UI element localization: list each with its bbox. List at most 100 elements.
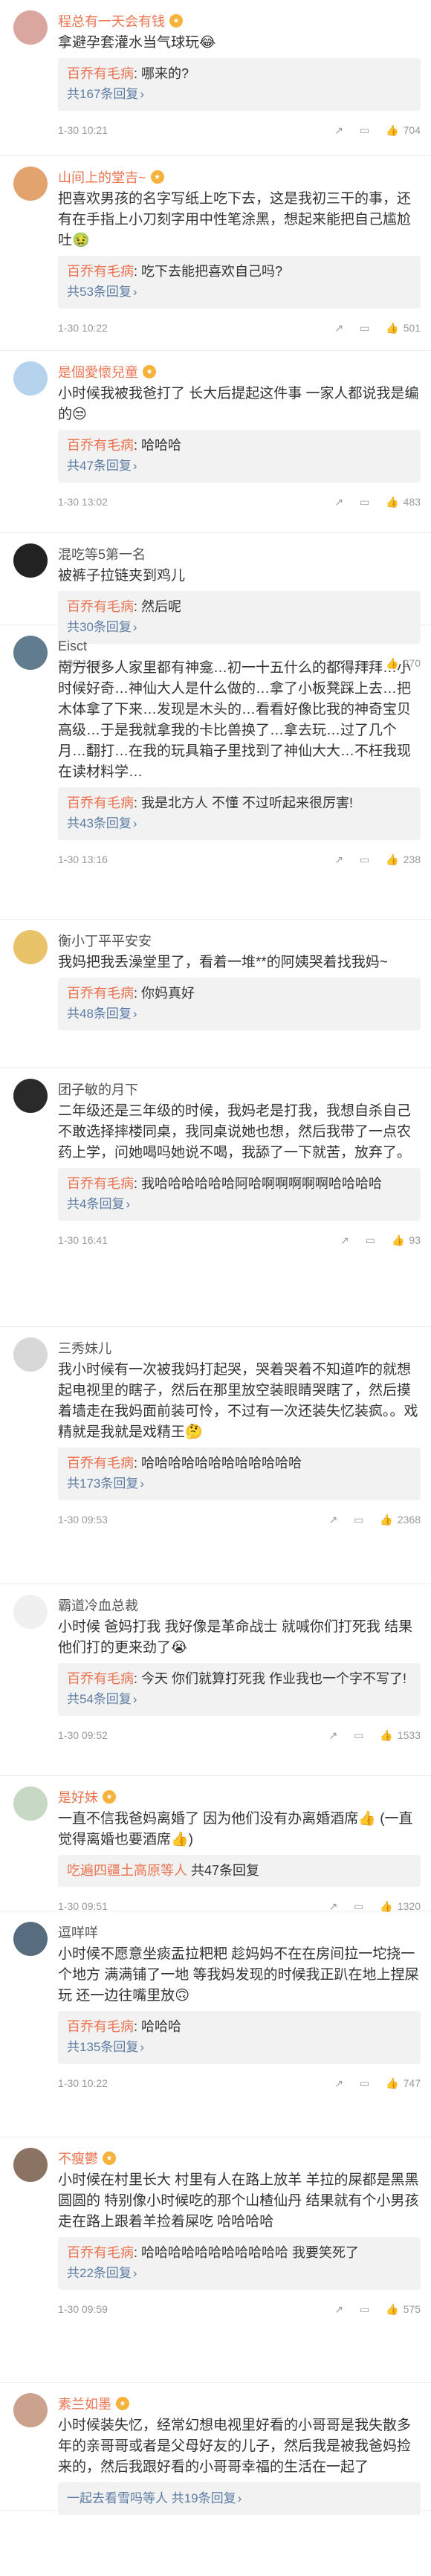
avatar[interactable] [13, 1595, 48, 1629]
more-replies-link[interactable]: 共167条回复 › [67, 84, 412, 105]
share-button[interactable]: ↗ [334, 2303, 343, 2316]
avatar[interactable] [13, 1786, 48, 1821]
share-button[interactable]: ↗ [334, 2077, 343, 2090]
username[interactable]: 不瘦鬱 [58, 2149, 98, 2168]
like-button[interactable]: 👍 501 [386, 322, 421, 335]
username[interactable]: Eisct [58, 639, 87, 654]
reply-box[interactable]: 百乔有毛病: 吃下去能把喜欢自己吗? 共53条回复 › [58, 256, 421, 309]
username[interactable]: 素兰如墨 [58, 2394, 111, 2413]
comment-button[interactable]: ▭ [360, 124, 369, 137]
username[interactable]: 团子敏的月下 [58, 1079, 138, 1099]
more-replies-link[interactable]: 共4条回复 › [67, 1194, 412, 1215]
like-icon: 👍 [386, 2302, 399, 2315]
reply-author[interactable]: 百乔有毛病 [67, 1176, 134, 1191]
share-button[interactable]: ↗ [334, 124, 343, 137]
comment-button[interactable]: ▭ [360, 853, 369, 866]
reply-box[interactable]: 百乔有毛病: 今天 你们就算打死我 作业我也一个字不写了! 共54条回复 › [58, 1663, 421, 1716]
reply-box[interactable]: 百乔有毛病: 哈哈哈共135条回复 › [58, 2011, 421, 2064]
like-button[interactable]: 👍 483 [386, 496, 421, 509]
reply-box[interactable]: 百乔有毛病: 哪来的? 共167条回复 › [58, 58, 421, 111]
username[interactable]: 山间上的堂吉~ [58, 167, 146, 187]
name-row: 逗咩咩 [58, 1922, 421, 1943]
more-replies-link[interactable]: 一起去看雪吗等人 共19条回复 › [67, 2488, 412, 2509]
more-replies-link[interactable]: 共135条回复 › [67, 2037, 412, 2058]
like-count: 1533 [397, 1729, 421, 1741]
share-button[interactable]: ↗ [328, 1514, 337, 1526]
username[interactable]: 逗咩咩 [58, 1923, 98, 1942]
reply-box[interactable]: 百乔有毛病: 哈哈哈 共47条回复 › [58, 430, 421, 482]
avatar[interactable] [13, 930, 48, 964]
comment-button[interactable]: ▭ [360, 322, 369, 335]
share-button[interactable]: ↗ [340, 1234, 349, 1247]
more-replies-link[interactable]: 共22条回复 › [67, 2263, 412, 2284]
reply-author[interactable]: 百乔有毛病 [67, 1456, 134, 1471]
reply-author[interactable]: 百乔有毛病 [67, 986, 134, 1001]
avatar[interactable] [13, 1337, 48, 1372]
reply-box[interactable]: 百乔有毛病: 哈哈哈哈哈哈哈哈哈哈哈哈 共173条回复 › [58, 1447, 421, 1500]
reply-box[interactable]: 一起去看雪吗等人 共19条回复 › [58, 2482, 421, 2515]
reply-text: : 哈哈哈 [134, 2019, 182, 2034]
comment-icon: ▭ [359, 853, 370, 865]
like-button[interactable]: 👍 1533 [380, 1729, 421, 1742]
reply-box[interactable]: 百乔有毛病: 我哈哈哈哈哈哈阿哈啊啊啊啊啊哈哈哈哈 共4条回复 › [58, 1168, 421, 1221]
comment-item: 不瘦鬱 ★ 小时候在村里长大 村里有人在路上放羊 羊拉的屎都是黑黑圆圆的 特别像小时… [0, 2137, 431, 2383]
avatar[interactable] [13, 1079, 48, 1113]
like-button[interactable]: 👍 238 [386, 853, 421, 866]
comment-button[interactable]: ▭ [360, 2077, 369, 2090]
reply-author[interactable]: 百乔有毛病 [67, 264, 134, 279]
avatar[interactable] [13, 1922, 48, 1956]
comment-button[interactable]: ▭ [354, 1900, 363, 1913]
username[interactable]: 程总有一天会有钱 [58, 11, 165, 30]
like-button[interactable]: 👍 747 [386, 2077, 421, 2090]
reply-author[interactable]: 百乔有毛病 [67, 599, 134, 614]
avatar[interactable] [13, 636, 48, 670]
username[interactable]: 混吃等5第一名 [58, 544, 146, 564]
more-replies-link[interactable]: 共54条回复 › [67, 1689, 412, 1710]
avatar[interactable] [13, 543, 48, 578]
username[interactable]: 霸道冷血总裁 [58, 1595, 138, 1615]
comment-button[interactable]: ▭ [354, 1514, 363, 1526]
share-button[interactable]: ↗ [328, 1729, 337, 1742]
comment-button[interactable]: ▭ [354, 1729, 363, 1742]
more-replies-link[interactable]: 共48条回复 › [67, 1004, 412, 1024]
comment-button[interactable]: ▭ [360, 496, 369, 509]
reply-author[interactable]: 吃遍四疆土高原等人 [67, 1863, 187, 1878]
share-button[interactable]: ↗ [328, 1900, 337, 1913]
avatar[interactable] [13, 2393, 48, 2427]
reply-author[interactable]: 百乔有毛病 [67, 66, 134, 81]
more-replies-link[interactable]: 共47条回复 › [67, 456, 412, 477]
share-button[interactable]: ↗ [334, 853, 343, 866]
comment-button[interactable]: ▭ [360, 2303, 369, 2316]
comment-icon: ▭ [359, 2302, 370, 2315]
share-icon: ↗ [328, 1728, 338, 1741]
reply-author[interactable]: 百乔有毛病 [67, 795, 134, 810]
reply-box[interactable]: 百乔有毛病: 你妈真好 共48条回复 › [58, 978, 421, 1030]
share-button[interactable]: ↗ [334, 322, 343, 335]
reply-author[interactable]: 百乔有毛病 [67, 1671, 134, 1686]
username[interactable]: 三秀妹儿 [58, 1338, 111, 1358]
avatar[interactable] [13, 2148, 48, 2182]
comment-button[interactable]: ▭ [366, 1234, 375, 1247]
reply-author[interactable]: 百乔有毛病 [67, 438, 134, 453]
username[interactable]: 衡小丁平平安安 [58, 931, 152, 950]
more-replies-link[interactable]: 共173条回复 › [67, 1473, 412, 1494]
reply-author[interactable]: 百乔有毛病 [67, 2245, 134, 2260]
reply-box[interactable]: 百乔有毛病: 我是北方人 不懂 不过听起来很厉害! 共43条回复 › [58, 787, 421, 840]
username[interactable]: 是個愛懷兒童 [58, 362, 138, 381]
more-replies-link[interactable]: 共53条回复 › [67, 282, 412, 303]
username[interactable]: 是好妹 [58, 1787, 98, 1807]
avatar[interactable] [13, 361, 48, 396]
like-button[interactable]: 👍 575 [386, 2303, 421, 2316]
share-button[interactable]: ↗ [334, 496, 343, 509]
reply-box[interactable]: 吃遍四疆土高原等人 共47条回复 [58, 1855, 421, 1887]
more-replies-link[interactable]: 共43条回复 › [67, 813, 412, 834]
comment-text: 把喜欢男孩的名字写纸上吃下去，这是我初三干的事，还有在手指上小刀刻字用中性笔涂黑… [58, 191, 412, 248]
like-button[interactable]: 👍 93 [392, 1234, 421, 1247]
reply-box[interactable]: 百乔有毛病: 哈哈哈哈哈哈哈哈哈哈哈 我要笑死了 共22条回复 › [58, 2237, 421, 2290]
like-button[interactable]: 👍 704 [386, 124, 421, 137]
reply-author[interactable]: 百乔有毛病 [67, 2019, 134, 2034]
like-button[interactable]: 👍 2368 [380, 1514, 421, 1526]
like-button[interactable]: 👍 1320 [380, 1900, 421, 1913]
avatar[interactable] [13, 167, 48, 201]
avatar[interactable] [13, 10, 48, 45]
